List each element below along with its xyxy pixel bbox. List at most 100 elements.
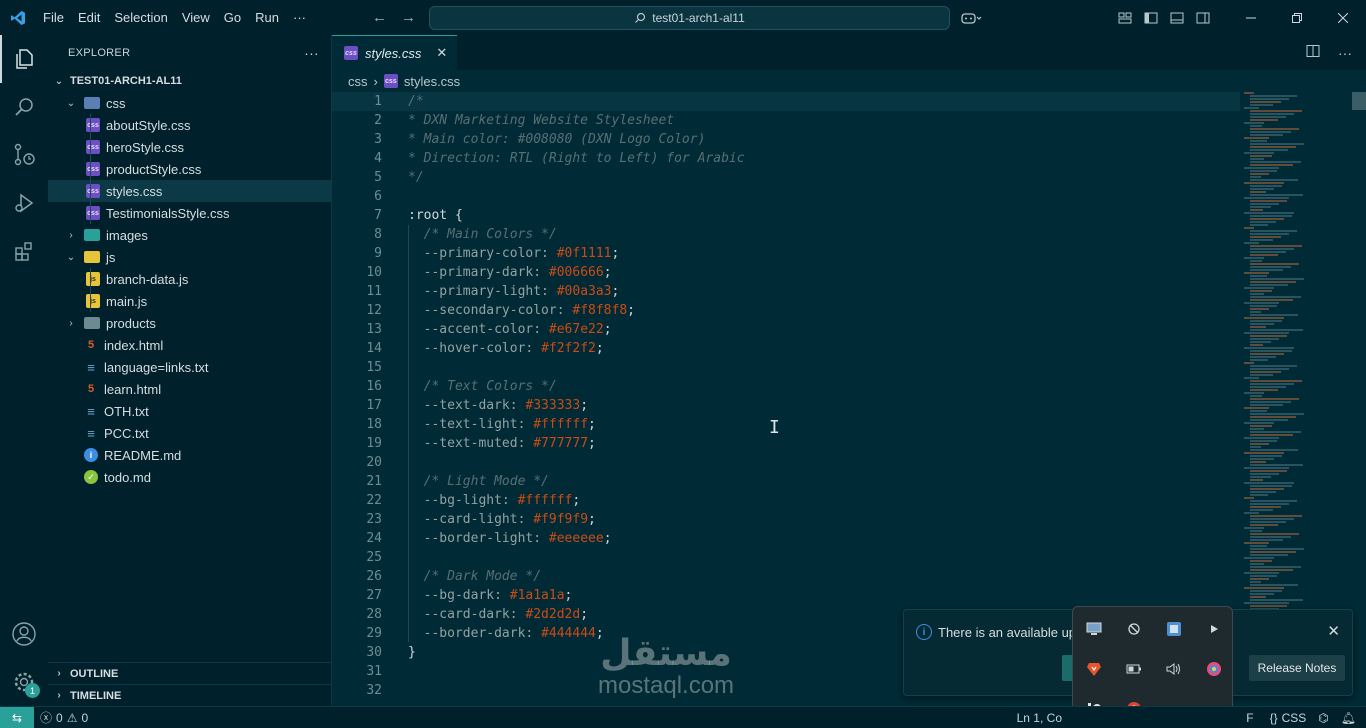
code-line: 1 /* [332, 92, 1240, 111]
brave-browser-icon[interactable] [1074, 649, 1114, 689]
release-notes-button[interactable]: Release Notes [1249, 655, 1345, 681]
language-mode[interactable]: {} CSS [1264, 711, 1313, 725]
toggle-secondary-sidebar-icon[interactable] [1190, 0, 1216, 35]
tree-file[interactable]: 5 index.html [48, 334, 331, 356]
code-token: ; [603, 265, 612, 280]
minimap-line [1250, 230, 1297, 232]
line-number: 15 [366, 360, 382, 375]
tree-folder[interactable]: › products [48, 312, 331, 334]
cursor-position[interactable]: Ln 1, Co [1011, 711, 1068, 725]
volume-icon[interactable] [1154, 649, 1194, 689]
minimap-line [1244, 572, 1279, 574]
code-token: ; [611, 246, 620, 261]
restore-button[interactable] [1274, 0, 1320, 35]
explorer-header: EXPLORER ··· [48, 35, 331, 70]
minimap-line [1250, 299, 1293, 301]
search-activity-icon[interactable] [0, 83, 48, 131]
minimap-line [1250, 203, 1279, 205]
minimap-line [1250, 605, 1287, 607]
tree-folder[interactable]: ⌄ css [48, 92, 331, 114]
menu-item[interactable]: View [175, 10, 217, 25]
minimize-button[interactable] [1228, 0, 1274, 35]
timeline-section-header[interactable]: › TIMELINE [48, 684, 332, 706]
menu-item[interactable]: Go [217, 10, 248, 25]
tree-file[interactable]: ✓ todo.md [48, 466, 331, 488]
close-notification-icon[interactable]: ✕ [1327, 622, 1340, 640]
eol-indicator[interactable]: F [1240, 711, 1259, 725]
toggle-panel-icon[interactable] [1164, 0, 1190, 35]
back-arrow-icon[interactable]: ← [372, 9, 387, 26]
copilot-icon[interactable] [954, 0, 990, 35]
battery-icon[interactable] [1114, 649, 1154, 689]
explorer-activity-icon[interactable] [0, 35, 48, 83]
code-text: --text-light: #ffffff; [382, 415, 596, 434]
manage-gear-icon[interactable]: 1 [0, 658, 48, 706]
remote-indicator-icon[interactable]: ⇆ [0, 706, 34, 728]
monitor-icon[interactable] [1074, 609, 1114, 649]
tree-file[interactable]: ≡ OTH.txt [48, 400, 331, 422]
close-window-button[interactable] [1320, 0, 1366, 35]
tab-styles-css[interactable]: css styles.css ✕ [332, 35, 458, 70]
notifications-bell-icon[interactable]: 🔔︎ [1335, 711, 1366, 725]
code-text: --card-dark: #2d2d2d; [382, 605, 588, 624]
tree-item-label: todo.md [104, 469, 151, 485]
tree-item-label: css [106, 95, 126, 111]
line-number: 10 [366, 265, 382, 280]
close-tab-icon[interactable]: ✕ [436, 45, 447, 61]
run-debug-activity-icon[interactable] [0, 179, 48, 227]
split-editor-icon[interactable] [1306, 44, 1320, 61]
code-line: 4 * Direction: RTL (Right to Left) for Ar… [332, 149, 1240, 168]
code-token: ; [603, 322, 612, 337]
minimap-line [1250, 113, 1294, 115]
source-control-activity-icon[interactable] [0, 131, 48, 179]
minimap-line [1244, 317, 1284, 319]
code-token: --primary-dark: [408, 265, 549, 280]
minimap-line [1250, 575, 1277, 577]
menu-item[interactable]: Selection [107, 10, 174, 25]
vertical-scrollbar[interactable] [1352, 92, 1366, 706]
code-token: ; [611, 284, 620, 299]
tree-folder[interactable]: › images [48, 224, 331, 246]
tree-indent-guide [90, 114, 91, 224]
copilot-status-icon[interactable]: ⌬ [1312, 711, 1334, 725]
tree-file[interactable]: ≡ language=links.txt [48, 356, 331, 378]
outline-section-header[interactable]: › OUTLINE [48, 662, 332, 684]
usb-eject-icon[interactable] [1114, 609, 1154, 649]
network-app-icon[interactable] [1154, 609, 1194, 649]
customize-layout-icon[interactable] [1112, 0, 1138, 35]
menu-item[interactable]: Run [248, 10, 286, 25]
explorer-more-actions-icon[interactable]: ··· [304, 45, 319, 61]
more-actions-icon[interactable]: ··· [1338, 45, 1352, 61]
command-center-search[interactable]: test01-arch1-al11 [429, 6, 950, 30]
menu-item[interactable]: ··· [286, 10, 313, 25]
problems-indicator[interactable]: ⓧ 0 ⚠ 0 [34, 709, 94, 726]
code-line: 25 [332, 548, 1240, 567]
minimap-line [1250, 164, 1293, 166]
tree-folder[interactable]: ⌄ js [48, 246, 331, 268]
minimap-line [1250, 425, 1272, 427]
toggle-primary-sidebar-icon[interactable] [1138, 0, 1164, 35]
minimap-line [1244, 152, 1274, 154]
tree-item-label: main.js [106, 293, 148, 309]
notification-text: There is an available upd [938, 624, 1084, 640]
breadcrumb-file[interactable]: styles.css [404, 74, 460, 89]
tree-file[interactable]: 5 learn.html [48, 378, 331, 400]
code-text: --accent-color: #e67e22; [382, 320, 612, 339]
menu-item[interactable]: File [36, 10, 71, 25]
scrollbar-thumb[interactable] [1352, 92, 1366, 110]
extensions-activity-icon[interactable] [0, 227, 48, 275]
media-play-icon[interactable] [1194, 609, 1234, 649]
minimap-line [1250, 101, 1281, 103]
minimap-line [1250, 245, 1302, 247]
minimap-line [1250, 278, 1304, 280]
code-token: #e67e22 [548, 322, 604, 337]
breadcrumb-folder[interactable]: css [348, 74, 368, 89]
workspace-root-header[interactable]: ⌄ TEST01-ARCH1-AL11 [48, 70, 331, 92]
tree-file[interactable]: i README.md [48, 444, 331, 466]
accounts-icon[interactable] [0, 610, 48, 658]
color-app-icon[interactable] [1194, 649, 1234, 689]
js-file-icon: js [86, 294, 100, 308]
forward-arrow-icon[interactable]: → [401, 9, 416, 26]
tree-file[interactable]: ≡ PCC.txt [48, 422, 331, 444]
menu-item[interactable]: Edit [71, 10, 107, 25]
